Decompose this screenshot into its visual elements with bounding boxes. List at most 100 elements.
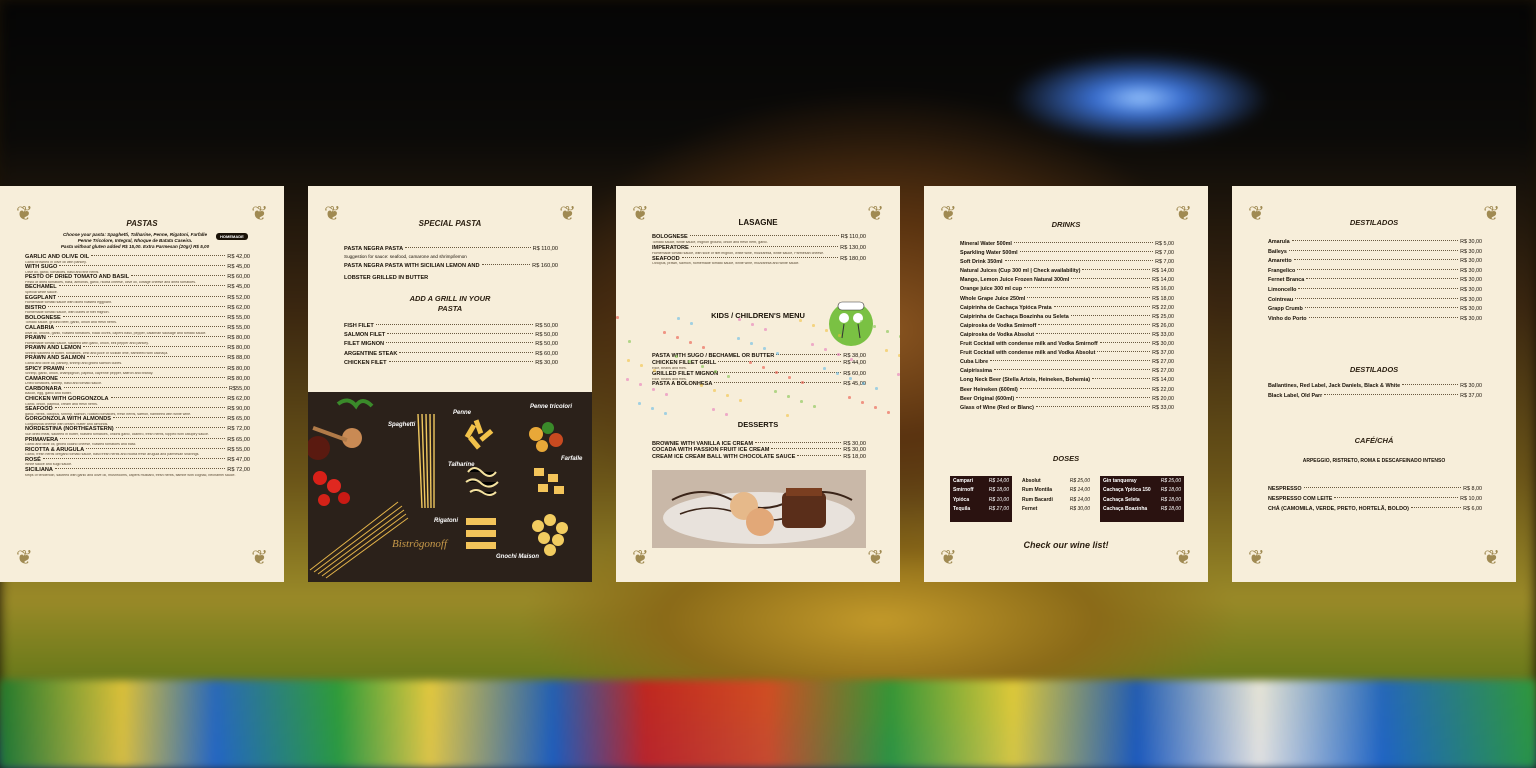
menu-item-dots	[690, 245, 839, 247]
menu-item: Grapp Crumb R$ 30,00	[1268, 306, 1482, 312]
menu-item-row: PASTA WITH SUGO / BECHAMEL OR BUTTER R$ 3…	[652, 353, 866, 360]
menu-item-dots	[115, 427, 226, 429]
menu-item-name: Caipiroska de Vodka Smirnoff	[960, 322, 1037, 329]
kids-list: PASTA WITH SUGO / BECHAMEL OR BUTTER R$ 3…	[652, 353, 866, 389]
menu-item-name: Caipiroska de Vodka Absolut	[960, 331, 1034, 338]
menu-item: BOLOGNESE R$ 110,00 Tomato sauce, white sa…	[652, 234, 866, 245]
menu-item-name: Beer Original (600ml)	[960, 395, 1015, 402]
menu-item-price: R$ 30,00	[1152, 341, 1174, 348]
menu-item: GORGONZOLA WITH ALMONDS R$ 65,00 Gorgonzol…	[25, 417, 250, 427]
menu-item-price: R$ 50,00	[535, 341, 558, 348]
menu-item-dots	[481, 264, 531, 265]
menu-item: Glass of Wine (Red or Blanc) R$ 33,00	[960, 405, 1174, 411]
menu-item-row: Baileys R$ 30,00	[1268, 249, 1482, 255]
menu-item-dots	[131, 275, 226, 277]
ornament-bottom-left-icon: ❦	[16, 547, 33, 569]
confetti-dot	[811, 343, 814, 346]
menu-item-price: R$ 45,00	[227, 264, 250, 271]
menu-item-dots	[1304, 307, 1459, 309]
dose-item: Ypióca R$ 10,00	[953, 497, 1009, 503]
menu-item-dots	[1038, 323, 1151, 325]
menu-item-dots	[720, 371, 842, 373]
menu-item-row: Cointreau R$ 30,00	[1268, 297, 1482, 303]
menu-item: Sparkling Water 500ml R$ 7,00	[960, 250, 1174, 256]
menu-item-price: R$ 7,00	[1155, 259, 1174, 266]
menu-item-name: Mineral Water 500ml	[960, 241, 1012, 247]
menu-item-description: Homemade tomato sauce, with slice of fil…	[652, 251, 825, 255]
label-penne-tricolori: Penne tricolori	[530, 404, 573, 410]
menu-item-row: Beer Original (600ml) R$ 20,00	[960, 396, 1174, 402]
cafe-list: NESPRESSO R$ 8,00 NESPRESSO COM LEITE R$ 10…	[1268, 486, 1482, 516]
label-rigatoni: Rigatoni	[434, 518, 458, 524]
menu-item-price: R$ 60,00	[535, 350, 558, 357]
dose-price: R$ 30,00	[1069, 506, 1090, 513]
menu-item-name: Grapp Crumb	[1268, 306, 1303, 313]
menu-item-price: R$ 90,00	[227, 406, 250, 413]
menu-item-name: Orange juice 300 ml cup	[960, 286, 1023, 293]
lobster-item: LOBSTER GRILLED IN BUTTER	[344, 275, 429, 281]
menu-item: ROSÉ R$ 47,00 White sauce and sugo sauce.	[25, 457, 250, 468]
menu-page-pastas: ❦ ❦ ❦ ❦ PASTAS Choose your pasta: Spaghe…	[0, 186, 284, 582]
menu-item-dots	[1308, 316, 1459, 318]
dose-name: Cachaça Ypióca 150	[1103, 487, 1151, 494]
menu-item-price: R$ 50,00	[535, 323, 558, 329]
menu-item-price: R$ 60,00	[843, 370, 866, 377]
menu-item: FILET MIGNON R$ 50,00	[344, 341, 558, 347]
menu-item-dots	[1027, 296, 1151, 298]
menu-item-description: Garlic, onion, paprika, cream and fresh …	[25, 402, 98, 406]
menu-item: Ballantines, Red Label, Jack Daniels, Bl…	[1268, 383, 1482, 389]
menu-item: CARBONARA R$55,00 Bacon, egg, garlic and b…	[25, 386, 250, 397]
menu-item-price: R$ 44,00	[843, 359, 866, 366]
menu-item-dots	[1306, 278, 1459, 280]
menu-item-price: R$ 30,00	[1460, 258, 1482, 265]
menu-item-price: R$ 45,00	[227, 284, 250, 291]
ornament-bottom-left-icon: ❦	[1248, 547, 1265, 569]
menu-item-name: Soft Drink 350ml	[960, 259, 1003, 266]
confetti-dot	[690, 322, 693, 325]
dose-name: Fernet	[1022, 506, 1038, 513]
menu-item: CREAM ICE CREAM BALL WITH CHOCOLATE SAUC…	[652, 454, 866, 461]
menu-item-dots	[1071, 278, 1151, 280]
menu-item: Caipirinha de Cachaça Ypióca Prata R$ 22,…	[960, 305, 1174, 311]
brownie-icon	[782, 492, 826, 528]
pastas-title: PASTAS	[126, 219, 158, 228]
menu-item-price: R$ 30,00	[1460, 239, 1482, 245]
menu-item: Fernet Branca R$ 30,00	[1268, 277, 1482, 283]
homemade-badge: HOMEMADE	[216, 233, 248, 240]
menu-item: Baileys R$ 30,00	[1268, 249, 1482, 255]
menu-item-dots	[1298, 287, 1459, 289]
menu-item-dots	[1004, 260, 1154, 262]
menu-item-description: Sun dried meat, sautéed in butter, roast…	[25, 432, 209, 436]
menu-item-price: R$ 26,00	[1152, 322, 1174, 329]
doses-left-box: Campari R$ 14,00 Smirnoff R$ 18,00 Ypióca R$ …	[950, 476, 1012, 522]
menu-item-dots	[399, 351, 534, 353]
ornament-bottom-right-icon: ❦	[1175, 547, 1192, 569]
menu-item-name: Caipirissima	[960, 368, 993, 375]
wine-list-note: Check our wine list!	[1023, 540, 1109, 550]
menu-item: WITH SUGO R$ 45,00 Olive oil, garlic, toma…	[25, 265, 250, 275]
menu-item-dots	[110, 396, 226, 398]
menu-item-dots	[1016, 396, 1151, 398]
menu-item-row: Vinho do Porto R$ 30,00	[1268, 316, 1482, 322]
menu-item: Amarula R$ 30,00	[1268, 239, 1482, 245]
menu-item: SEAFOOD R$ 90,00 garlic, herbs, octopus, s…	[25, 406, 250, 417]
ornament-bottom-left-icon: ❦	[940, 547, 957, 569]
menu-item-price: R$ 30,00	[1460, 296, 1482, 303]
menu-item: Amaretto R$ 30,00	[1268, 258, 1482, 264]
label-gnochi: Gnochi Maison	[496, 554, 540, 560]
blurred-colorful-floor	[0, 680, 1536, 768]
menu-item: Mango, Lemon Juice Frozen Natural 300ml R…	[960, 277, 1174, 283]
menu-item: PESTO OF DRIED TOMATO AND BASIL R$ 60,00 P…	[25, 275, 250, 285]
menu-item-dots	[387, 333, 534, 335]
menu-item-dots	[405, 247, 531, 248]
menu-item-dots	[1297, 268, 1459, 270]
menu-item-price: R$ 50,00	[535, 332, 558, 339]
menu-item-row: PASTA NEGRA PASTA WITH SICILIAN LEMON AN…	[344, 263, 558, 269]
menu-item-row: Glass of Wine (Red or Blanc) R$ 33,00	[960, 405, 1174, 411]
menu-item-name: Whole Grape Juice 250ml	[960, 295, 1026, 302]
menu-item: PASTA NEGRA PASTA WITH SICILIAN LEMON AN…	[344, 263, 558, 269]
desserts-list: BROWNIE WITH VANILLA ICE CREAM R$ 30,00 CO…	[652, 441, 866, 461]
menu-item-description: Garlic, fresh herbs oregano tomato sauce…	[25, 453, 200, 457]
menu-item: PRIMAVERA R$ 65,00 Garlic and olive oil, g…	[25, 437, 250, 448]
dose-name: Rum Bacardi	[1022, 496, 1053, 503]
